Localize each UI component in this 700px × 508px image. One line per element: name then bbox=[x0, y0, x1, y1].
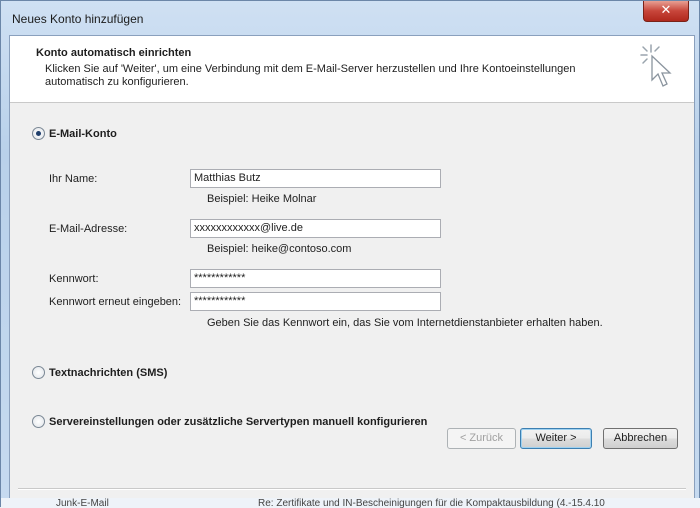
radio-button[interactable] bbox=[32, 366, 45, 379]
password-repeat-field[interactable]: ************ bbox=[190, 292, 441, 311]
radio-sms-label: Textnachrichten (SMS) bbox=[49, 366, 168, 379]
name-field[interactable]: Matthias Butz bbox=[190, 169, 441, 188]
radio-email-account[interactable]: E-Mail-Konto bbox=[32, 127, 117, 140]
close-button[interactable]: ✕ bbox=[643, 1, 689, 22]
wizard-cursor-icon bbox=[640, 44, 672, 87]
name-hint: Beispiel: Heike Molnar bbox=[207, 193, 317, 205]
password-hint: Geben Sie das Kennwort ein, das Sie vom … bbox=[207, 317, 603, 329]
password-label: Kennwort: bbox=[49, 273, 99, 285]
cancel-button[interactable]: Abbrechen bbox=[603, 428, 678, 449]
title-bar[interactable]: Neues Konto hinzufügen ✕ bbox=[1, 1, 699, 35]
header-subtitle: Klicken Sie auf 'Weiter', um eine Verbin… bbox=[45, 63, 576, 88]
radio-sms[interactable]: Textnachrichten (SMS) bbox=[32, 366, 167, 379]
wizard-header: Konto automatisch einrichten Klicken Sie… bbox=[10, 36, 694, 103]
dialog-client-area: Konto automatisch einrichten Klicken Sie… bbox=[9, 35, 695, 500]
window-title: Neues Konto hinzufügen bbox=[12, 12, 144, 26]
password-repeat-label: Kennwort erneut eingeben: bbox=[49, 296, 182, 308]
back-button[interactable]: < Zurück bbox=[447, 428, 516, 449]
dialog-window: Neues Konto hinzufügen ✕ Konto automatis… bbox=[0, 0, 700, 508]
radio-manual-config-label: Servereinstellungen oder zusätzliche Ser… bbox=[49, 415, 428, 428]
email-field[interactable]: xxxxxxxxxxxx@live.de bbox=[190, 219, 441, 238]
password-field[interactable]: ************ bbox=[190, 269, 441, 288]
radio-email-account-label: E-Mail-Konto bbox=[49, 127, 117, 140]
name-label: Ihr Name: bbox=[49, 173, 98, 185]
header-title: Konto automatisch einrichten bbox=[36, 47, 192, 59]
footer-divider bbox=[18, 488, 686, 490]
radio-button[interactable] bbox=[32, 415, 45, 428]
radio-button-selected[interactable] bbox=[32, 127, 45, 140]
email-hint: Beispiel: heike@contoso.com bbox=[207, 243, 352, 255]
next-button[interactable]: Weiter > bbox=[520, 428, 592, 449]
radio-manual-config[interactable]: Servereinstellungen oder zusätzliche Ser… bbox=[32, 415, 427, 428]
email-label: E-Mail-Adresse: bbox=[49, 223, 128, 235]
